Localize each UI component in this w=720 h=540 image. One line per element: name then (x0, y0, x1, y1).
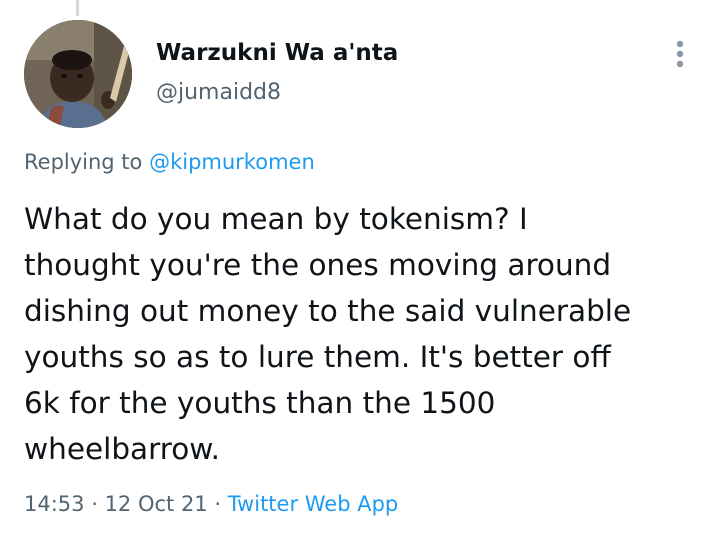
replying-to-prefix: Replying to (24, 150, 150, 174)
tweet-metadata: 14:53 · 12 Oct 21 · Twitter Web App (24, 492, 398, 516)
avatar-photo (24, 20, 132, 128)
replying-to: Replying to @kipmurkomen (24, 150, 315, 174)
thread-connector-line (76, 0, 79, 16)
tweet-text-line: thought you're the ones moving around (24, 248, 612, 282)
tweet-text-line: What do you mean by tokenism? I (24, 202, 528, 236)
avatar[interactable] (24, 20, 132, 128)
tweet-text-line: wheelbarrow. (24, 432, 221, 466)
tweet-time[interactable]: 14:53 (24, 492, 85, 516)
tweet-text-line: youths so as to lure them. It's better o… (24, 340, 611, 374)
tweet-source-link[interactable]: Twitter Web App (228, 492, 399, 516)
reply-mention-link[interactable]: @kipmurkomen (149, 150, 315, 174)
tweet-text-line: 6k for the youths than the 1500 (24, 386, 496, 420)
meta-separator: · (84, 492, 105, 516)
author-handle[interactable]: @jumaidd8 (156, 80, 281, 105)
meta-separator: · (207, 492, 228, 516)
author-display-name[interactable]: Warzukni Wa a'nta (156, 40, 398, 66)
tweet-text: What do you mean by tokenism? I thought … (24, 196, 704, 472)
more-vertical-icon[interactable] (664, 36, 696, 72)
tweet-date[interactable]: 12 Oct 21 (105, 492, 208, 516)
tweet-text-line: dishing out money to the said vulnerable (24, 294, 632, 328)
